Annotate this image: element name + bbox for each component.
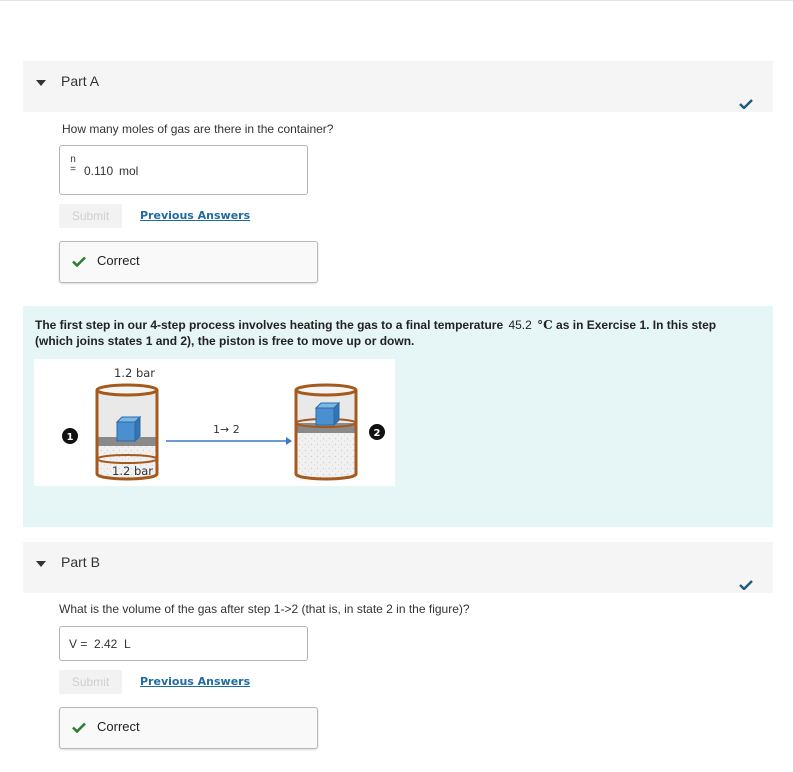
piston-diagram: 1.2 bar 1.2 bar 1 1→ 2 2 — [62, 366, 385, 481]
submit-button[interactable]: Submit — [59, 670, 122, 694]
part-a-header[interactable]: Part A — [23, 61, 773, 112]
correct-feedback: Correct — [59, 241, 318, 283]
part-a-question: How many moles of gas are there in the c… — [62, 122, 334, 136]
answer-unit: mol — [119, 164, 139, 178]
previous-answers-link[interactable]: Previous Answers — [140, 209, 250, 222]
part-a-title: Part A — [61, 73, 100, 89]
submit-button[interactable]: Submit — [59, 204, 122, 228]
svg-text:2: 2 — [374, 428, 381, 439]
previous-answers-link[interactable]: Previous Answers — [140, 675, 250, 688]
part-b-header[interactable]: Part B — [23, 542, 773, 593]
answer-variable-label: n = — [70, 154, 76, 175]
step-label: 1→ 2 — [213, 423, 240, 436]
answer-value: 2.42 — [94, 637, 118, 651]
answer-variable-label: V = — [69, 637, 88, 651]
correct-feedback: Correct — [59, 707, 318, 749]
problem-statement: The first step in our 4-step process inv… — [35, 318, 717, 348]
top-pressure-label: 1.2 bar — [114, 366, 155, 380]
part-b-answer-field[interactable]: V = 2.42 L — [59, 626, 308, 661]
cylinder-state-2 — [294, 383, 358, 481]
part-a-answer-field[interactable]: n = 0.110 mol — [59, 145, 308, 195]
checkmark-icon — [739, 99, 753, 109]
feedback-label: Correct — [97, 253, 140, 268]
top-divider — [0, 0, 793, 1]
feedback-label: Correct — [97, 719, 140, 734]
checkmark-icon — [72, 722, 86, 733]
answer-unit: L — [124, 637, 131, 651]
svg-text:1: 1 — [67, 432, 74, 443]
part-b-title: Part B — [61, 554, 100, 570]
checkmark-icon — [739, 580, 753, 590]
part-b-question: What is the volume of the gas after step… — [59, 602, 470, 616]
checkmark-icon — [72, 256, 86, 267]
collapse-caret-icon[interactable] — [36, 561, 46, 567]
piston-figure: 1.2 bar 1.2 bar 1 1→ 2 2 — [34, 359, 395, 486]
collapse-caret-icon[interactable] — [36, 80, 46, 86]
answer-value: 0.110 — [84, 164, 114, 178]
bottom-pressure-label: 1.2 bar — [112, 464, 153, 478]
problem-info-panel: The first step in our 4-step process inv… — [23, 306, 773, 527]
